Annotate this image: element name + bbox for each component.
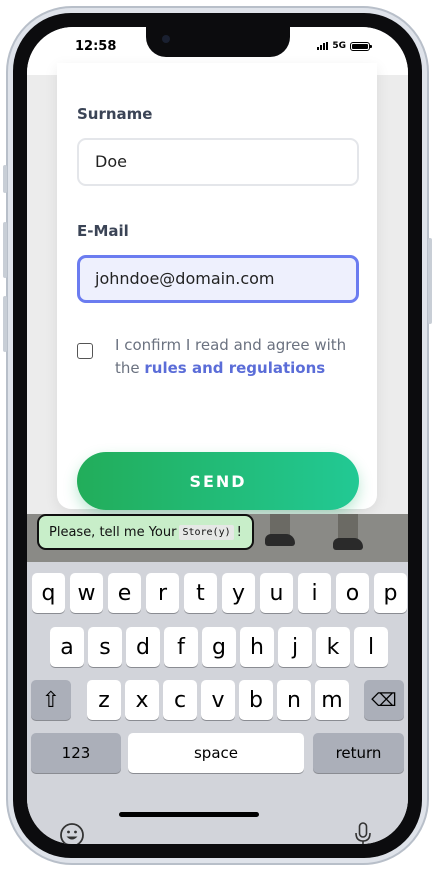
key-l[interactable]: l bbox=[354, 627, 388, 667]
tooltip-text: Please, tell me Your bbox=[49, 524, 177, 540]
keyboard: q w e r t y u i o p a s d f g h j k l ⇧ … bbox=[27, 562, 408, 844]
battery-icon bbox=[350, 41, 372, 51]
email-input[interactable]: johndoe@domain.com bbox=[77, 255, 359, 303]
key-h[interactable]: h bbox=[240, 627, 274, 667]
key-n[interactable]: n bbox=[277, 680, 311, 720]
confirm-checkbox[interactable] bbox=[77, 343, 93, 359]
key-b[interactable]: b bbox=[239, 680, 273, 720]
microphone-icon[interactable] bbox=[353, 821, 373, 844]
home-indicator[interactable] bbox=[119, 812, 259, 817]
confirm-text: I confirm I read and agree with the rule… bbox=[115, 334, 355, 380]
key-v[interactable]: v bbox=[201, 680, 235, 720]
key-i[interactable]: i bbox=[298, 573, 331, 613]
key-u[interactable]: u bbox=[260, 573, 293, 613]
key-j[interactable]: j bbox=[278, 627, 312, 667]
camera-icon bbox=[162, 35, 170, 43]
side-button bbox=[3, 165, 7, 193]
power-button bbox=[428, 238, 432, 324]
key-p[interactable]: p bbox=[374, 573, 407, 613]
volume-up-button bbox=[3, 222, 7, 278]
key-z[interactable]: z bbox=[87, 680, 121, 720]
backspace-key[interactable]: ⌫ bbox=[364, 680, 404, 720]
notch bbox=[146, 27, 290, 57]
emoji-icon[interactable] bbox=[59, 822, 85, 844]
space-key[interactable]: space bbox=[128, 733, 304, 773]
key-a[interactable]: a bbox=[50, 627, 84, 667]
send-button[interactable]: SEND bbox=[77, 452, 359, 510]
key-r[interactable]: r bbox=[146, 573, 179, 613]
key-f[interactable]: f bbox=[164, 627, 198, 667]
tooltip-code: Store(y) bbox=[179, 524, 234, 540]
key-x[interactable]: x bbox=[125, 680, 159, 720]
network-label: 5G bbox=[332, 41, 346, 51]
key-t[interactable]: t bbox=[184, 573, 217, 613]
key-g[interactable]: g bbox=[202, 627, 236, 667]
status-indicators: 5G bbox=[317, 41, 372, 51]
form-card: Surname Doe E-Mail johndoe@domain.com I … bbox=[57, 63, 377, 510]
shift-key[interactable]: ⇧ bbox=[31, 680, 71, 720]
key-w[interactable]: w bbox=[70, 573, 103, 613]
screen: 12:58 5G Surname Doe E-Mail johndoe@doma… bbox=[27, 27, 408, 844]
key-c[interactable]: c bbox=[163, 680, 197, 720]
key-o[interactable]: o bbox=[336, 573, 369, 613]
hint-tooltip: Please, tell me Your Store(y) ! bbox=[37, 514, 254, 550]
surname-input[interactable]: Doe bbox=[77, 138, 359, 186]
key-q[interactable]: q bbox=[32, 573, 65, 613]
volume-down-button bbox=[3, 296, 7, 352]
key-y[interactable]: y bbox=[222, 573, 255, 613]
email-label: E-Mail bbox=[77, 222, 129, 240]
signal-icon bbox=[317, 42, 329, 50]
tooltip-suffix: ! bbox=[236, 524, 242, 540]
key-d[interactable]: d bbox=[126, 627, 160, 667]
rules-link[interactable]: rules and regulations bbox=[144, 359, 325, 377]
return-key[interactable]: return bbox=[313, 733, 404, 773]
key-e[interactable]: e bbox=[108, 573, 141, 613]
status-time: 12:58 bbox=[75, 39, 117, 54]
key-k[interactable]: k bbox=[316, 627, 350, 667]
surname-label: Surname bbox=[77, 105, 153, 123]
key-s[interactable]: s bbox=[88, 627, 122, 667]
key-m[interactable]: m bbox=[315, 680, 349, 720]
numbers-key[interactable]: 123 bbox=[31, 733, 121, 773]
